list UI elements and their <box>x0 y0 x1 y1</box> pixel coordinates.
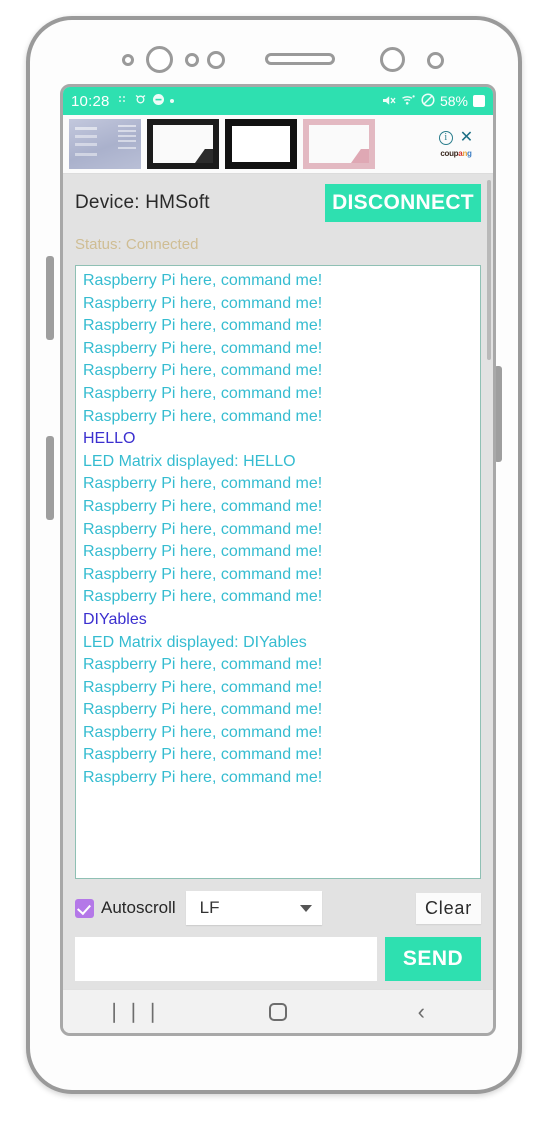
phone-top-bezel <box>30 20 518 82</box>
dots-icon <box>118 94 129 109</box>
ir-sensor-icon <box>185 53 199 67</box>
terminal-controls-row: Autoscroll LF Clear <box>75 891 481 925</box>
send-button[interactable]: SEND <box>385 937 481 981</box>
log-line-received: Raspberry Pi here, command me! <box>83 543 323 561</box>
log-line-received: Raspberry Pi here, command me! <box>83 339 323 357</box>
log-line-sent: DIYables <box>83 610 147 628</box>
ad-controls: i ✕ coupang <box>425 129 487 158</box>
alarm-icon <box>134 93 147 109</box>
log-line-received: Raspberry Pi here, command me! <box>83 769 323 787</box>
autoscroll-checkbox-wrapper[interactable]: Autoscroll <box>75 898 176 918</box>
nav-back-button[interactable]: ‹ <box>350 998 493 1024</box>
battery-icon <box>473 95 485 107</box>
log-line-received: Raspberry Pi here, command me! <box>83 701 323 719</box>
proximity-sensor-icon <box>122 54 134 66</box>
battery-percentage: 58% <box>439 93 468 109</box>
back-icon: ‹ <box>417 998 425 1024</box>
chevron-down-icon <box>299 904 312 912</box>
minus-circle-icon <box>152 93 165 109</box>
log-line-received: LED Matrix displayed: DIYables <box>83 633 307 651</box>
log-line-received: Raspberry Pi here, command me! <box>83 407 323 425</box>
log-line-received: Raspberry Pi here, command me! <box>83 497 323 515</box>
ad-thumbnail-pink-frame[interactable] <box>303 119 375 169</box>
light-sensor-icon <box>207 51 225 69</box>
log-line-received: Raspberry Pi here, command me! <box>83 294 323 312</box>
log-line-received: Raspberry Pi here, command me! <box>83 656 323 674</box>
dot-icon <box>169 99 174 103</box>
mute-icon <box>382 94 396 109</box>
serial-log-output[interactable]: Raspberry Pi here, command me! Raspberry … <box>75 265 481 879</box>
log-line-received: Raspberry Pi here, command me! <box>83 317 323 335</box>
nav-recents-button[interactable]: ❘❘❘ <box>63 999 206 1024</box>
status-bar-clock: 10:28 <box>71 92 110 110</box>
nav-home-button[interactable] <box>206 1002 349 1021</box>
ad-control-row: i ✕ <box>438 129 473 145</box>
disconnect-button[interactable]: DISCONNECT <box>325 184 481 222</box>
line-ending-select[interactable]: LF <box>185 891 322 925</box>
do-not-disturb-icon <box>421 93 435 109</box>
log-line-sent: HELLO <box>83 430 136 448</box>
status-bar-notification-icons <box>118 93 174 109</box>
wifi-icon <box>401 94 416 108</box>
android-status-bar: 10:28 58% <box>63 87 493 115</box>
connection-status-label: Status: Connected <box>75 236 199 253</box>
ad-brand-part1: coup <box>440 148 459 158</box>
ad-thumbnail-black-photo-frame[interactable] <box>225 119 297 169</box>
line-ending-value: LF <box>199 898 220 917</box>
device-header-row: Device: HMSoft DISCONNECT <box>75 184 481 222</box>
bluetooth-terminal-app: Device: HMSoft DISCONNECT Status: Connec… <box>63 174 493 989</box>
message-input[interactable] <box>75 937 377 981</box>
android-navigation-bar: ❘❘❘ ‹ <box>63 989 493 1033</box>
log-line-received: Raspberry Pi here, command me! <box>83 588 323 606</box>
ad-info-icon[interactable]: i <box>438 130 453 145</box>
phone-screen: 10:28 58% i ✕ coupang Device: HMSoft DIS… <box>60 84 496 1036</box>
front-camera-icon <box>146 46 173 73</box>
log-line-received: Raspberry Pi here, command me! <box>83 520 323 538</box>
log-line-received: Raspberry Pi here, command me! <box>83 475 323 493</box>
phone-device-frame: 10:28 58% i ✕ coupang Device: HMSoft DIS… <box>26 16 522 1094</box>
clear-button[interactable]: Clear <box>415 892 481 924</box>
log-line-received: Raspberry Pi here, command me! <box>83 565 323 583</box>
sensor-dot-icon <box>427 52 444 69</box>
ad-thumbnail-pcb[interactable] <box>69 119 141 169</box>
ad-close-icon[interactable]: ✕ <box>460 129 473 145</box>
earpiece-speaker-icon <box>265 53 335 65</box>
log-line-received: LED Matrix displayed: HELLO <box>83 452 296 470</box>
log-line-received: Raspberry Pi here, command me! <box>83 723 323 741</box>
volume-down-button[interactable] <box>46 436 54 520</box>
log-line-received: Raspberry Pi here, command me! <box>83 272 323 289</box>
device-name-label: Device: HMSoft <box>75 192 210 213</box>
recents-icon: ❘❘❘ <box>105 1001 164 1023</box>
app-scrollbar[interactable] <box>487 180 491 360</box>
ad-thumbnail-black-frame[interactable] <box>147 119 219 169</box>
camera-2-icon <box>380 47 405 72</box>
volume-up-button[interactable] <box>46 256 54 340</box>
send-message-row: SEND <box>75 937 481 981</box>
ad-brand-logo: coupang <box>440 148 472 158</box>
home-icon <box>268 1002 287 1021</box>
log-line-received: Raspberry Pi here, command me! <box>83 384 323 402</box>
ad-banner[interactable]: i ✕ coupang <box>63 115 493 174</box>
status-bar-system-icons: 58% <box>382 93 485 109</box>
autoscroll-label: Autoscroll <box>101 898 176 917</box>
log-line-received: Raspberry Pi here, command me! <box>83 678 323 696</box>
autoscroll-checkbox[interactable] <box>75 898 94 918</box>
log-line-received: Raspberry Pi here, command me! <box>83 746 323 764</box>
ad-brand-part4: g <box>467 148 472 158</box>
log-line-received: Raspberry Pi here, command me! <box>83 362 323 380</box>
